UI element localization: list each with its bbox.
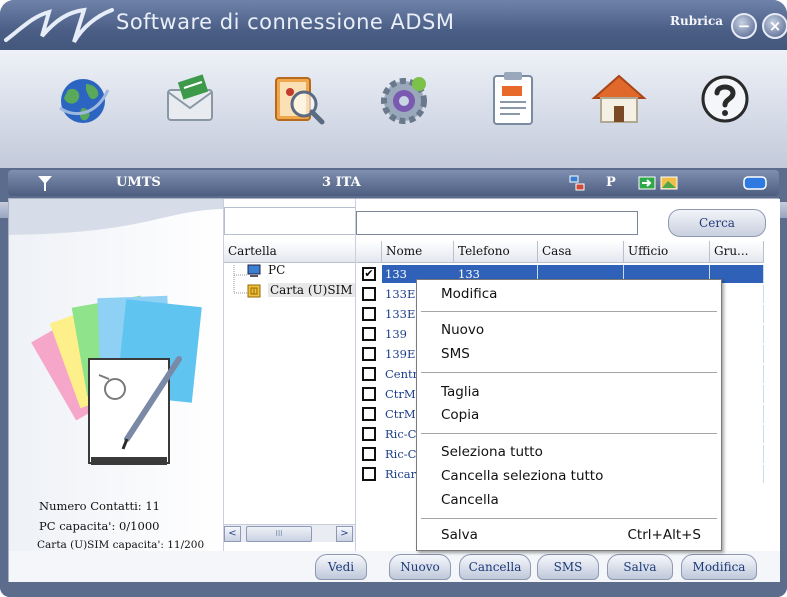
scroll-right-icon[interactable]: >: [336, 526, 353, 542]
title-bar: Software di connessione ADSM Rubrica − ×: [0, 0, 787, 50]
menu-item-sms[interactable]: SMS: [441, 346, 470, 362]
menu-separator: [421, 372, 717, 373]
menu-separator: [421, 518, 717, 519]
window-bottom-border: [0, 582, 787, 597]
view-button[interactable]: Vedi: [315, 554, 367, 580]
close-icon: ×: [768, 17, 782, 35]
sim-capacity: Carta (U)SIM capacita': 11/200: [37, 539, 205, 551]
contacts-count: Numero Contatti: 11: [39, 499, 160, 513]
row-checkbox[interactable]: [362, 367, 376, 381]
message-indicator-icon: [638, 176, 656, 190]
close-button[interactable]: ×: [762, 13, 787, 39]
menu-item-taglia[interactable]: Taglia: [441, 384, 480, 400]
menu-item-salva[interactable]: Salva Ctrl+Alt+S: [417, 527, 721, 547]
row-checkbox[interactable]: [362, 307, 376, 321]
column-header-ufficio[interactable]: Ufficio: [624, 241, 710, 263]
toolbar-contacts-button[interactable]: [266, 68, 328, 130]
menu-item-cancella[interactable]: Cancella: [441, 492, 499, 508]
column-header-telefono[interactable]: Telefono: [454, 241, 538, 263]
row-checkbox[interactable]: [362, 287, 376, 301]
row-checkbox[interactable]: [362, 327, 376, 341]
main-toolbar: [0, 50, 787, 218]
folder-panel: Cartella PC Carta (U)SIM < III >: [223, 199, 356, 551]
menu-item-copia[interactable]: Copia: [441, 407, 479, 423]
status-bar: UMTS 3 ITA P: [8, 170, 779, 196]
menu-item-shortcut: Ctrl+Alt+S: [627, 527, 702, 543]
pc-capacity: PC capacita': 0/1000: [39, 519, 160, 533]
sim-card-icon: [247, 284, 261, 298]
row-checkbox[interactable]: [362, 447, 376, 461]
menu-item-label: Salva: [441, 527, 478, 543]
delete-button[interactable]: Cancella: [459, 554, 531, 580]
scroll-thumb[interactable]: III: [246, 526, 312, 542]
minimize-button[interactable]: −: [731, 13, 757, 39]
column-header-casa[interactable]: Casa: [538, 241, 624, 263]
search-input[interactable]: [356, 211, 638, 235]
folder-panel-header: [224, 207, 356, 235]
search-button[interactable]: Cerca: [668, 209, 766, 237]
context-menu: Modifica Nuovo SMS Taglia Copia Selezion…: [416, 279, 722, 551]
folder-column-header[interactable]: Cartella: [224, 241, 356, 263]
operator-name: 3 ITA: [322, 175, 361, 190]
edit-button[interactable]: Modifica: [681, 554, 757, 580]
menu-item-modifica[interactable]: Modifica: [441, 286, 497, 302]
row-checkbox[interactable]: [362, 407, 376, 421]
scroll-left-icon[interactable]: <: [224, 526, 241, 542]
gear-icon: [381, 77, 427, 124]
menu-item-seleziona-tutto[interactable]: Seleziona tutto: [441, 444, 543, 460]
phonebook-search-icon: [275, 77, 325, 125]
section-label: Rubrica: [670, 14, 724, 28]
clipboard-icon: [493, 72, 533, 125]
minimize-icon: −: [737, 17, 751, 35]
action-button-bar: Vedi Nuovo Cancella SMS Salva Modifica: [9, 551, 780, 583]
sms-button[interactable]: SMS: [537, 554, 599, 580]
computer-icon: [247, 264, 261, 277]
new-button[interactable]: Nuovo: [389, 554, 451, 580]
info-panel: Numero Contatti: 11 PC capacita': 0/1000…: [9, 199, 223, 551]
row-checkbox[interactable]: ✔: [362, 267, 376, 281]
question-icon: [701, 75, 749, 123]
save-button[interactable]: Salva: [607, 554, 673, 580]
menu-item-nuovo[interactable]: Nuovo: [441, 322, 484, 338]
tree-item-label: Carta (U)SIM: [268, 283, 355, 297]
menu-item-cancella-seleziona-tutto[interactable]: Cancella seleziona tutto: [441, 468, 603, 484]
network-connection-icon: [569, 175, 585, 191]
toolbar-help-button[interactable]: [694, 68, 756, 130]
toolbar-messages-button[interactable]: [160, 68, 222, 130]
folder-horizontal-scrollbar[interactable]: < III >: [224, 524, 356, 542]
column-header-gruppo[interactable]: Gru...: [710, 241, 764, 263]
globe-icon: [59, 79, 110, 123]
checkbox-column-header[interactable]: [356, 241, 382, 263]
toolbar-log-button[interactable]: [482, 68, 544, 130]
column-header-nome[interactable]: Nome: [382, 241, 454, 263]
row-checkbox[interactable]: [362, 387, 376, 401]
header-wave-decoration: [9, 199, 223, 235]
home-icon: [591, 74, 647, 123]
menu-separator: [421, 311, 717, 312]
logo-swoosh-icon: [4, 7, 114, 44]
signal-antenna-icon: [38, 176, 52, 191]
app-title: Software di connessione ADSM: [116, 10, 455, 34]
battery-icon: [743, 176, 767, 190]
menu-separator: [421, 433, 717, 434]
app-window: Software di connessione ADSM Rubrica − ×: [0, 0, 787, 597]
row-checkbox[interactable]: [362, 347, 376, 361]
toolbar-connection-button[interactable]: [52, 68, 114, 130]
tree-item-label: PC: [268, 263, 286, 277]
row-checkbox[interactable]: [362, 467, 376, 481]
mode-letter: P: [606, 175, 616, 190]
phonebook-illustration-icon: [31, 295, 202, 465]
picture-indicator-icon: [660, 176, 678, 190]
toolbar-home-button[interactable]: [588, 68, 650, 130]
envelope-icon: [167, 74, 213, 121]
network-type: UMTS: [116, 175, 161, 190]
row-checkbox[interactable]: [362, 427, 376, 441]
toolbar-settings-button[interactable]: [373, 68, 435, 130]
